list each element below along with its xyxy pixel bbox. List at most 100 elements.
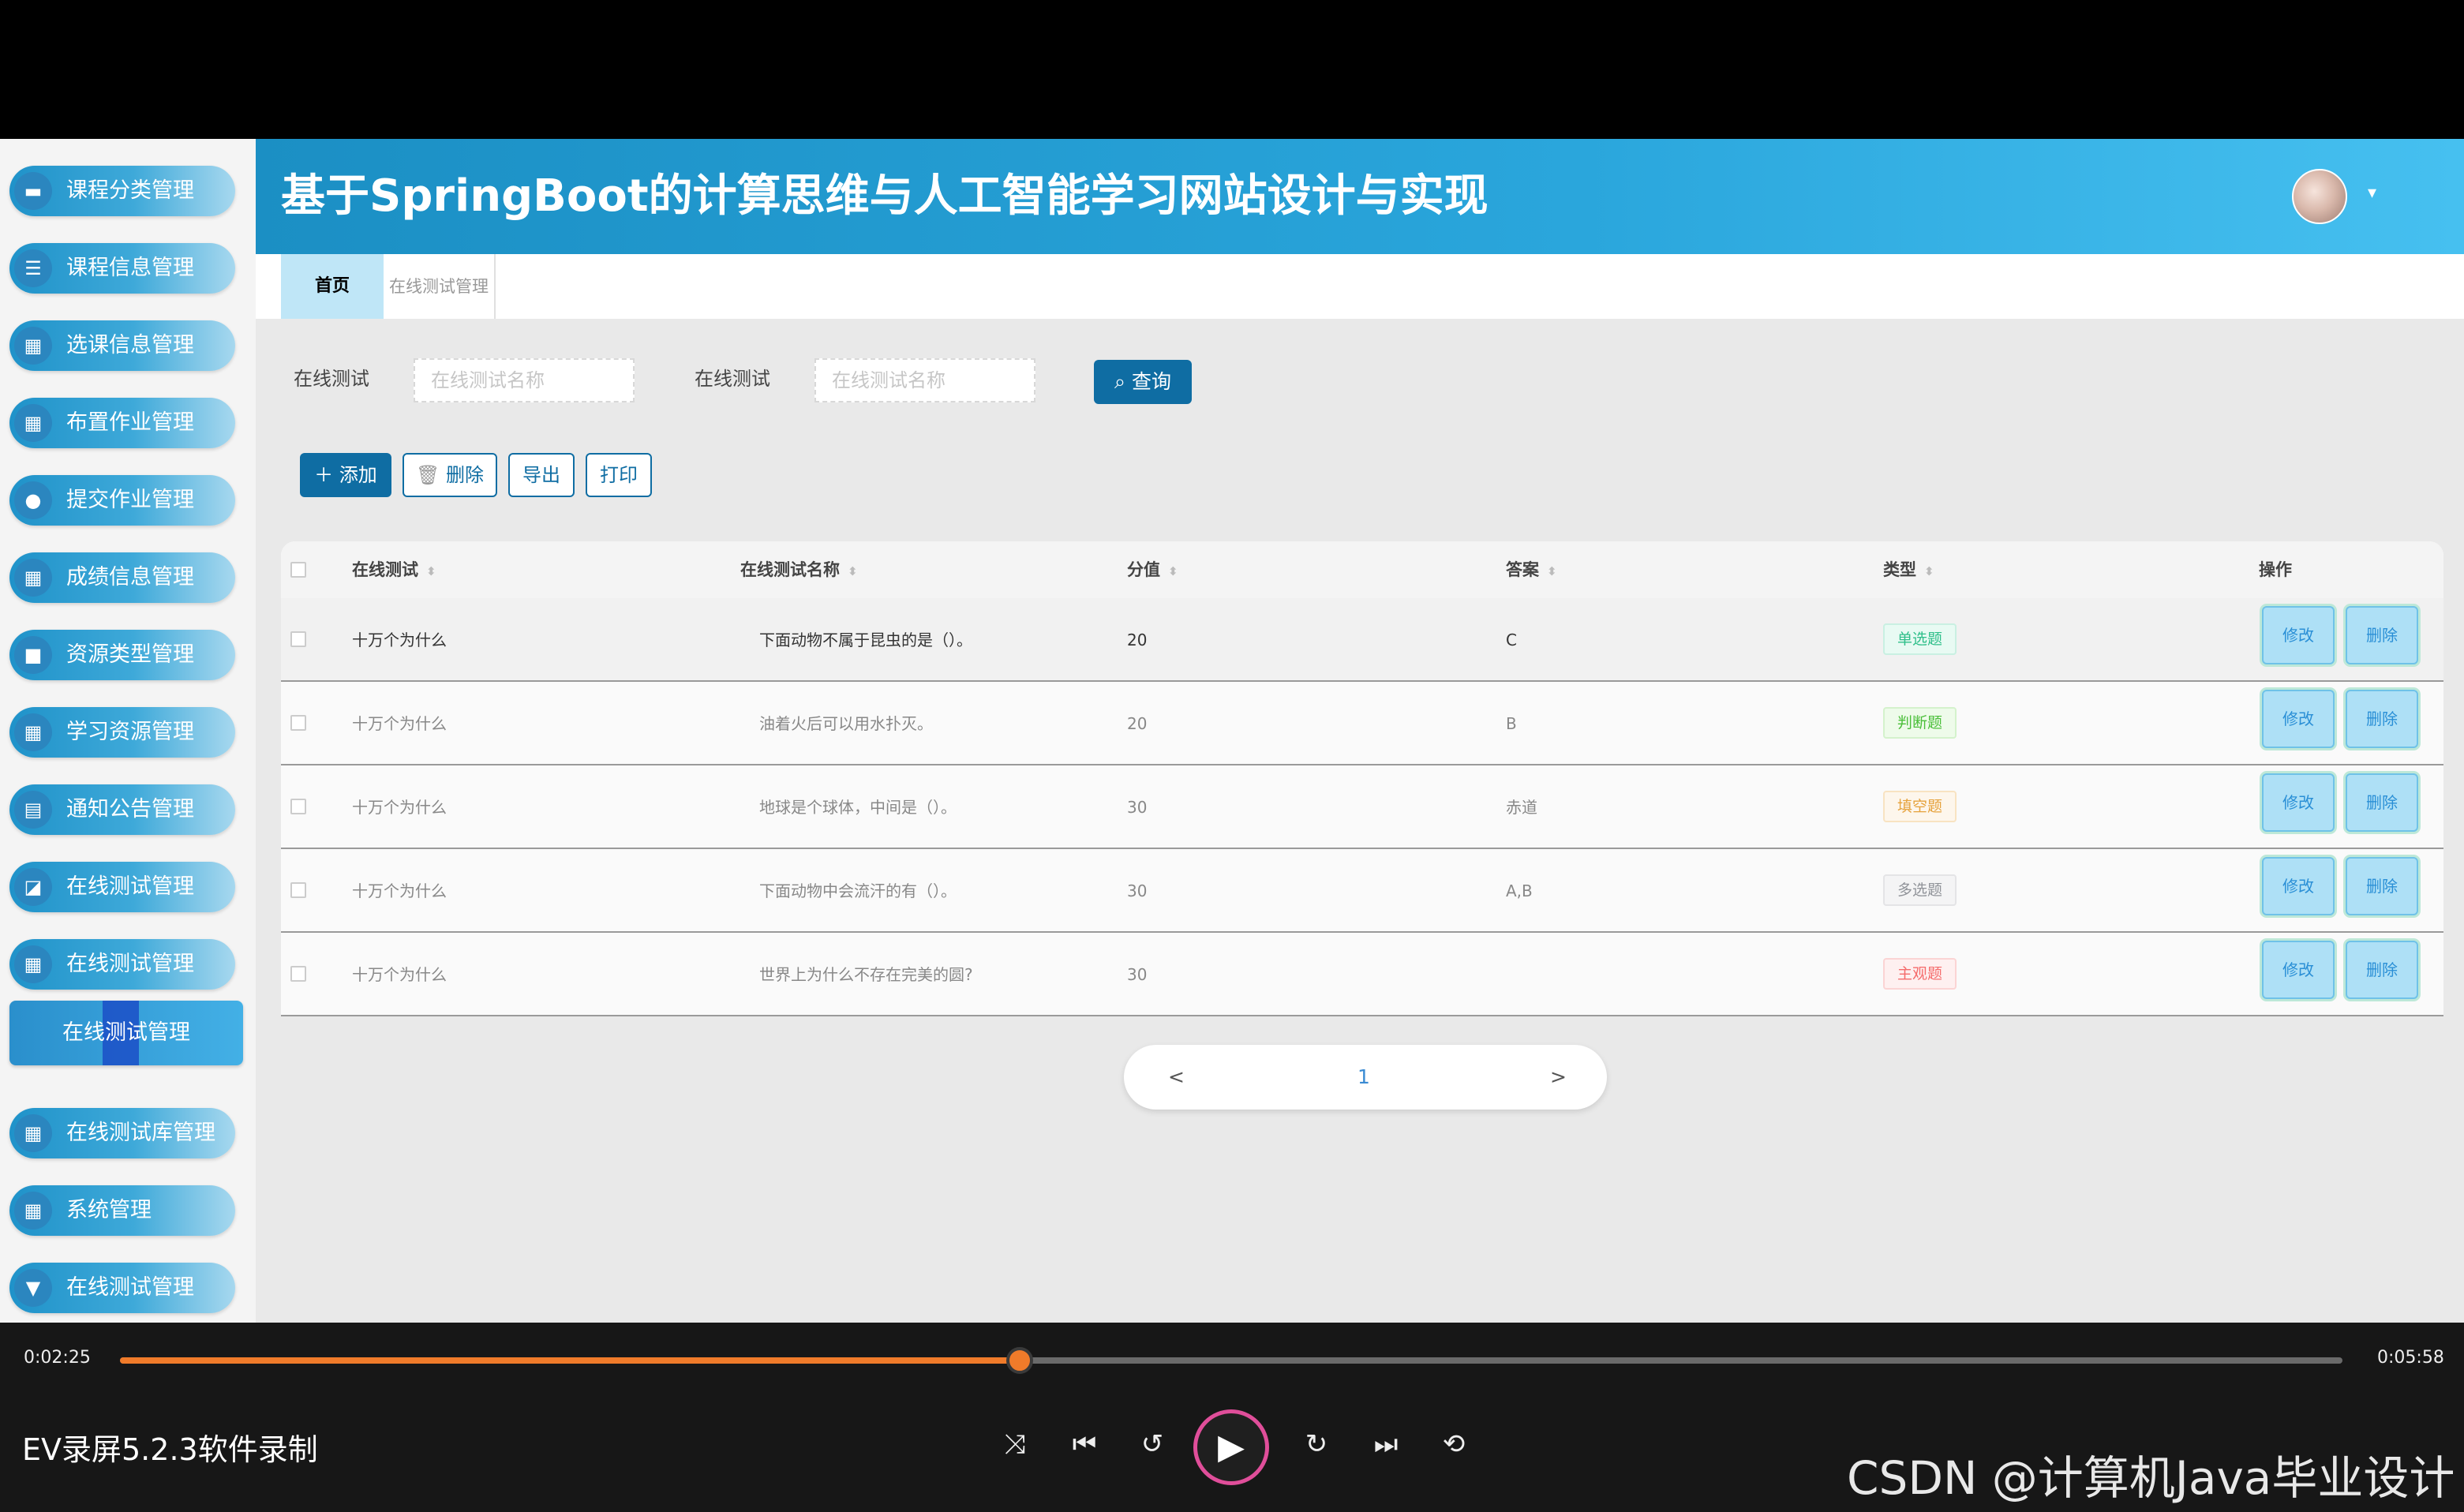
next-icon[interactable]: ⏭ xyxy=(1367,1425,1405,1463)
tab-strip: 首页 在线测试管理 xyxy=(256,254,2464,319)
column-header-type[interactable]: 类型 ⬍ xyxy=(1883,541,1934,598)
delete-row-button[interactable]: 删除 xyxy=(2346,941,2418,999)
app-title: 基于SpringBoot的计算思维与人工智能学习网站设计与实现 xyxy=(281,170,1489,222)
edit-button[interactable]: 修改 xyxy=(2262,690,2335,748)
cell-test: 十万个为什么 xyxy=(352,798,447,817)
row-checkbox[interactable] xyxy=(290,966,306,982)
tab-home[interactable]: 首页 xyxy=(281,254,384,319)
sort-icon[interactable]: ⬍ xyxy=(1168,564,1178,578)
sidebar-subitem-online-test[interactable]: 在线测试管理 xyxy=(9,1001,243,1065)
edit-button[interactable]: 修改 xyxy=(2262,606,2335,664)
pagination: < 1 > xyxy=(1124,1045,1607,1110)
user-icon: ● xyxy=(14,481,52,519)
sort-icon[interactable]: ⬍ xyxy=(1547,564,1557,578)
sidebar-item-notice[interactable]: ▤ 通知公告管理 xyxy=(9,784,235,835)
sidebar-item-resource-type[interactable]: ■ 资源类型管理 xyxy=(9,630,235,680)
row-checkbox[interactable] xyxy=(290,882,306,898)
cell-answer: 赤道 xyxy=(1506,798,1537,817)
print-button[interactable]: 打印 xyxy=(586,453,652,497)
delete-row-button[interactable]: 删除 xyxy=(2346,606,2418,664)
shuffle-icon[interactable]: ⤨ xyxy=(996,1425,1034,1463)
grid-icon: ▦ xyxy=(14,559,52,597)
avatar[interactable] xyxy=(2292,169,2347,224)
page-number[interactable]: 1 xyxy=(1357,1045,1370,1110)
sidebar-item-online-test-1[interactable]: ◪ 在线测试管理 xyxy=(9,862,235,912)
sidebar-item-online-test-2[interactable]: ▦ 在线测试管理 xyxy=(9,939,235,990)
progress-bar[interactable] xyxy=(120,1347,2342,1374)
tab-online-test[interactable]: 在线测试管理 xyxy=(384,254,496,319)
delete-row-button[interactable]: 删除 xyxy=(2346,773,2418,832)
sort-icon[interactable]: ⬍ xyxy=(426,564,436,578)
grid-icon: ▦ xyxy=(14,945,52,983)
edit-button[interactable]: 修改 xyxy=(2262,773,2335,832)
cell-score: 20 xyxy=(1127,714,1148,733)
play-button[interactable]: ▶ xyxy=(1193,1409,1269,1485)
grid-icon: ▦ xyxy=(14,1192,52,1229)
chevron-down-icon[interactable]: ▾ xyxy=(2368,183,2376,203)
sidebar-item-grades[interactable]: ▦ 成绩信息管理 xyxy=(9,552,235,603)
sidebar-item-test-bank[interactable]: ▦ 在线测试库管理 xyxy=(9,1108,235,1158)
cell-name: 下面动物不属于昆虫的是（）。 xyxy=(759,631,972,649)
sidebar-item-label: 在线测试管理 xyxy=(66,874,194,899)
rewind-icon[interactable]: ↺ xyxy=(1133,1425,1171,1463)
sidebar-item-assign-homework[interactable]: ▦ 布置作业管理 xyxy=(9,398,235,448)
sidebar-item-label: 在线测试管理 xyxy=(66,952,194,976)
edit-button[interactable]: 修改 xyxy=(2262,857,2335,915)
select-all-checkbox[interactable] xyxy=(290,562,306,578)
sidebar-item-label: 课程分类管理 xyxy=(66,178,194,203)
sidebar-item-system[interactable]: ▦ 系统管理 xyxy=(9,1185,235,1236)
cell-score: 30 xyxy=(1127,881,1148,900)
table-row: 十万个为什么 下面动物不属于昆虫的是（）。 20 C 单选题 修改 删除 xyxy=(281,598,2443,682)
trash-icon: 🗑 xyxy=(415,464,440,486)
sidebar-item-label: 资源类型管理 xyxy=(66,642,194,667)
sidebar-item-label: 课程信息管理 xyxy=(66,256,194,280)
column-header-name[interactable]: 在线测试名称 ⬍ xyxy=(740,541,858,598)
search-input-1[interactable]: 在线测试名称 xyxy=(414,358,635,402)
repeat-icon[interactable]: ⟲ xyxy=(1435,1425,1473,1463)
sidebar-item-course-category[interactable]: ▬ 课程分类管理 xyxy=(9,166,235,216)
query-button-label: 查询 xyxy=(1131,370,1171,393)
column-header-score[interactable]: 分值 ⬍ xyxy=(1127,541,1178,598)
edit-button[interactable]: 修改 xyxy=(2262,941,2335,999)
add-button[interactable]: ＋ 添加 xyxy=(300,453,391,497)
type-badge: 判断题 xyxy=(1883,707,1957,739)
cell-name: 地球是个球体，中间是（）。 xyxy=(759,798,957,817)
delete-row-button[interactable]: 删除 xyxy=(2346,690,2418,748)
cell-test: 十万个为什么 xyxy=(352,714,447,733)
plus-icon: ＋ xyxy=(314,464,334,486)
grid-icon: ▦ xyxy=(14,1114,52,1152)
sort-icon[interactable]: ⬍ xyxy=(1924,564,1934,578)
sidebar-item-learning-resource[interactable]: ▦ 学习资源管理 xyxy=(9,707,235,758)
forward-icon[interactable]: ↻ xyxy=(1298,1425,1335,1463)
sidebar-item-online-test-3[interactable]: ▼ 在线测试管理 xyxy=(9,1263,235,1313)
column-header-answer[interactable]: 答案 ⬍ xyxy=(1506,541,1557,598)
delete-button-label: 删除 xyxy=(446,464,485,486)
pin-icon: ▼ xyxy=(14,1269,52,1307)
query-button[interactable]: ⌕ 查询 xyxy=(1094,360,1192,404)
progress-thumb[interactable] xyxy=(1006,1347,1034,1374)
export-button[interactable]: 导出 xyxy=(508,453,575,497)
search-label-1: 在线测试 xyxy=(294,368,369,390)
row-checkbox[interactable] xyxy=(290,799,306,814)
search-input-2[interactable]: 在线测试名称 xyxy=(814,358,1035,402)
next-page-button[interactable]: > xyxy=(1550,1045,1567,1110)
column-header-test[interactable]: 在线测试 ⬍ xyxy=(352,541,436,598)
watermark: CSDN @计算机Java毕业设计 xyxy=(1847,1451,2455,1505)
cell-test: 十万个为什么 xyxy=(352,965,447,984)
sidebar-subitem-label: 在线测试管理 xyxy=(62,1020,190,1045)
sort-icon[interactable]: ⬍ xyxy=(848,564,858,578)
sidebar-item-course-info[interactable]: ☰ 课程信息管理 xyxy=(9,243,235,294)
delete-button[interactable]: 🗑 删除 xyxy=(403,453,497,497)
previous-icon[interactable]: ⏮ xyxy=(1065,1425,1103,1463)
add-button-label: 添加 xyxy=(339,464,377,486)
video-player: 0:02:25 0:05:58 EV录屏5.2.3软件录制 ⤨ ⏮ ↺ ▶ ↻ … xyxy=(0,1323,2464,1512)
prev-page-button[interactable]: < xyxy=(1168,1045,1185,1110)
sidebar-item-enrollment[interactable]: ▦ 选课信息管理 xyxy=(9,320,235,371)
sidebar: ▬ 课程分类管理 ☰ 课程信息管理 ▦ 选课信息管理 ▦ 布置作业管理 ● 提交… xyxy=(0,139,256,1323)
delete-row-button[interactable]: 删除 xyxy=(2346,857,2418,915)
grid-icon: ▦ xyxy=(14,404,52,442)
sidebar-item-submit-homework[interactable]: ● 提交作业管理 xyxy=(9,475,235,526)
top-black-bar xyxy=(0,0,2464,139)
row-checkbox[interactable] xyxy=(290,631,306,647)
row-checkbox[interactable] xyxy=(290,715,306,731)
